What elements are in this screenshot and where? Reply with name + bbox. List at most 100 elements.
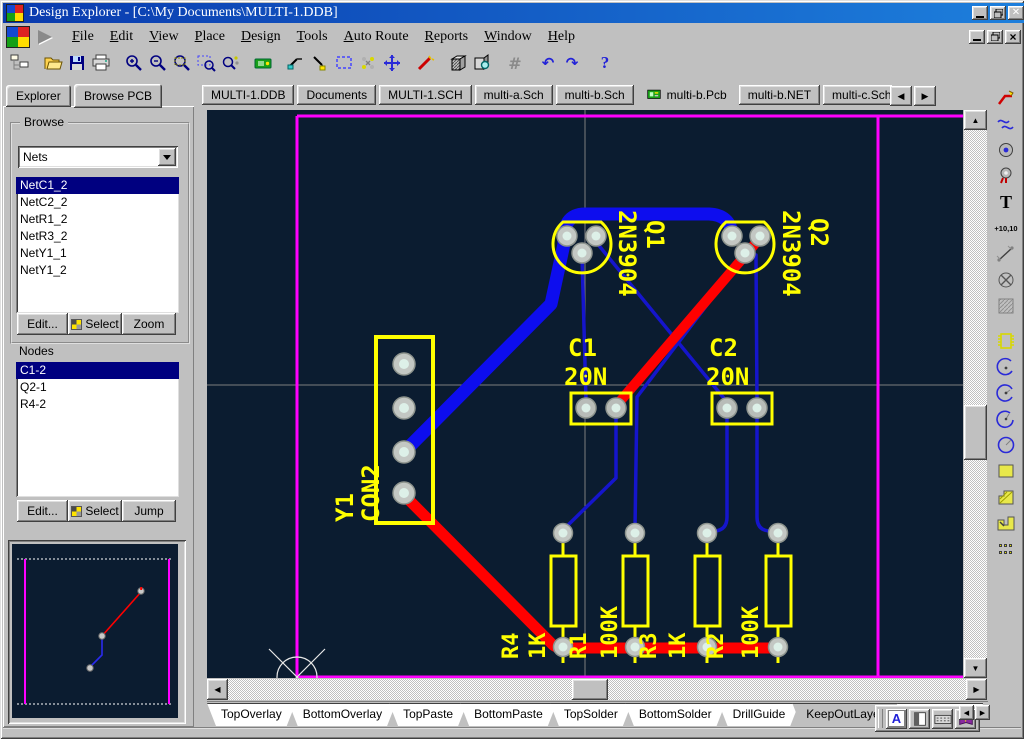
- doc-close-button[interactable]: ×: [1005, 30, 1021, 44]
- pulldown-arrow-icon[interactable]: [38, 30, 52, 44]
- restore-button[interactable]: [990, 6, 1006, 20]
- browse-component-button[interactable]: [251, 51, 275, 75]
- zoom-out-button[interactable]: [146, 51, 170, 75]
- node-item-q2-1[interactable]: Q2-1: [16, 379, 179, 396]
- layer-tab-bottomoverlay[interactable]: BottomOverlay: [289, 703, 396, 726]
- doc-tab-multi-b-pcb[interactable]: multi-b.Pcb: [637, 85, 736, 105]
- help-button[interactable]: ?: [593, 51, 617, 75]
- close-button[interactable]: ×: [1008, 6, 1024, 20]
- layer-tab-bottompaste[interactable]: BottomPaste: [460, 703, 557, 726]
- layer-stack-button[interactable]: [446, 51, 470, 75]
- node-item-r4-2[interactable]: R4-2: [16, 396, 179, 413]
- c2-comment[interactable]: 20N: [706, 363, 749, 391]
- nets-edit-button[interactable]: Edit...: [17, 313, 68, 335]
- undo-button[interactable]: ↶: [536, 51, 560, 75]
- toggle-grid-button[interactable]: #: [503, 51, 527, 75]
- r1-comment[interactable]: 100K: [598, 605, 623, 659]
- net-item-nety1-1[interactable]: NetY1_1: [16, 245, 179, 262]
- layer-tab-drillguide[interactable]: DrillGuide: [719, 703, 800, 726]
- tab-browse-pcb[interactable]: Browse PCB: [74, 84, 162, 108]
- place-route-track-button[interactable]: [993, 85, 1020, 111]
- net-item-netr3-2[interactable]: NetR3_2: [16, 228, 179, 245]
- browse-mode-dropdown-button[interactable]: [158, 148, 176, 166]
- c1-comment[interactable]: 20N: [564, 363, 607, 391]
- layer-tab-toppaste[interactable]: TopPaste: [389, 703, 467, 726]
- layer-stack-zoom-button[interactable]: [470, 51, 494, 75]
- wire-cutter-button[interactable]: [284, 51, 308, 75]
- browse-mode-select[interactable]: Nets: [18, 146, 178, 168]
- place-component-button[interactable]: [993, 328, 1020, 354]
- net-item-netc2-2[interactable]: NetC2_2: [16, 194, 179, 211]
- doc-tabs-scroll-left[interactable]: ◀: [890, 86, 912, 106]
- zoom-selection-button[interactable]: [218, 51, 242, 75]
- net-item-netr1-2[interactable]: NetR1_2: [16, 211, 179, 228]
- menu-tools[interactable]: Tools: [289, 27, 336, 47]
- redo-button[interactable]: ↷: [560, 51, 584, 75]
- minimap[interactable]: [12, 544, 178, 718]
- hscroll-thumb[interactable]: [572, 679, 608, 700]
- place-arcs-button[interactable]: [993, 111, 1020, 137]
- q1-designator[interactable]: Q1: [641, 220, 669, 249]
- deselect-button[interactable]: [356, 51, 380, 75]
- menu-design[interactable]: Design: [233, 27, 289, 47]
- place-keepout-button[interactable]: [993, 267, 1020, 293]
- layer-tabs-scroll-right[interactable]: ▶: [975, 705, 990, 720]
- panels-button[interactable]: [909, 709, 930, 729]
- place-arc-angles-button[interactable]: [993, 406, 1020, 432]
- place-string-text-button[interactable]: T: [993, 189, 1020, 215]
- doc-tab-multi-b-net[interactable]: multi-b.NET: [739, 85, 820, 105]
- r1-designator[interactable]: R1: [567, 633, 592, 660]
- place-full-circle-button[interactable]: [993, 432, 1020, 458]
- place-arc-center-button[interactable]: [993, 380, 1020, 406]
- place-pad-button[interactable]: [993, 137, 1020, 163]
- r2-designator[interactable]: R2: [704, 633, 729, 660]
- menu-view[interactable]: View: [141, 27, 187, 47]
- scroll-up-button[interactable]: ▲: [964, 110, 987, 130]
- keyboard-button[interactable]: [932, 709, 953, 729]
- place-polygon-plane-button[interactable]: [993, 484, 1020, 510]
- r3-comment[interactable]: 1K: [666, 632, 691, 659]
- place-dimension-button[interactable]: [993, 241, 1020, 267]
- layer-tab-topoverlay[interactable]: TopOverlay: [207, 703, 296, 726]
- track-q2-c2[interactable]: [756, 255, 757, 402]
- tab-explorer[interactable]: Explorer: [6, 85, 71, 107]
- wire-stretch-button[interactable]: [308, 51, 332, 75]
- c1-designator[interactable]: C1: [568, 334, 597, 362]
- r4-comment[interactable]: 1K: [526, 632, 551, 659]
- place-hatched-fill-button[interactable]: [993, 293, 1020, 319]
- save-button[interactable]: [65, 51, 89, 75]
- document-menu-icon[interactable]: [6, 26, 30, 48]
- zoom-all-button[interactable]: [170, 51, 194, 75]
- place-split-plane-button[interactable]: [993, 510, 1020, 536]
- menu-window[interactable]: Window: [476, 27, 540, 47]
- doc-tab-multi-1-ddb[interactable]: MULTI-1.DDB: [202, 85, 294, 105]
- r3-designator[interactable]: R3: [637, 633, 662, 660]
- minimize-button[interactable]: [972, 6, 988, 20]
- place-arc-edge-button[interactable]: [993, 354, 1020, 380]
- net-item-nety1-2[interactable]: NetY1_2: [16, 262, 179, 279]
- y1-comment[interactable]: CON2: [357, 464, 385, 522]
- layer-tab-bottomsolder[interactable]: BottomSolder: [625, 703, 726, 726]
- scroll-left-button[interactable]: ◀: [207, 679, 228, 700]
- place-fill-button[interactable]: [993, 458, 1020, 484]
- explorer-panel-button[interactable]: [8, 51, 32, 75]
- text-style-button[interactable]: A: [886, 709, 907, 729]
- select-area-button[interactable]: [332, 51, 356, 75]
- doc-tab-multi-1-sch[interactable]: MULTI-1.SCH: [379, 85, 471, 105]
- r2-comment[interactable]: 100K: [739, 605, 764, 659]
- q1-comment[interactable]: 2N3904: [613, 210, 641, 297]
- open-document-button[interactable]: [41, 51, 65, 75]
- menu-reports[interactable]: Reports: [417, 27, 477, 47]
- nodes-edit-button[interactable]: Edit...: [17, 500, 68, 522]
- menu-edit[interactable]: Edit: [102, 27, 141, 47]
- nodes-jump-button[interactable]: Jump: [122, 500, 176, 522]
- menu-file[interactable]: File: [64, 27, 102, 47]
- place-via-button[interactable]: [993, 163, 1020, 189]
- autoroute-wand-button[interactable]: [413, 51, 437, 75]
- net-item-netc1-2[interactable]: NetC1_2: [16, 177, 179, 194]
- nodes-select-button[interactable]: Select: [68, 500, 122, 522]
- vscroll-thumb[interactable]: [964, 405, 987, 460]
- node-item-c1-2[interactable]: C1-2: [16, 362, 179, 379]
- doc-tab-documents[interactable]: Documents: [297, 85, 376, 105]
- doc-restore-button[interactable]: [987, 30, 1003, 44]
